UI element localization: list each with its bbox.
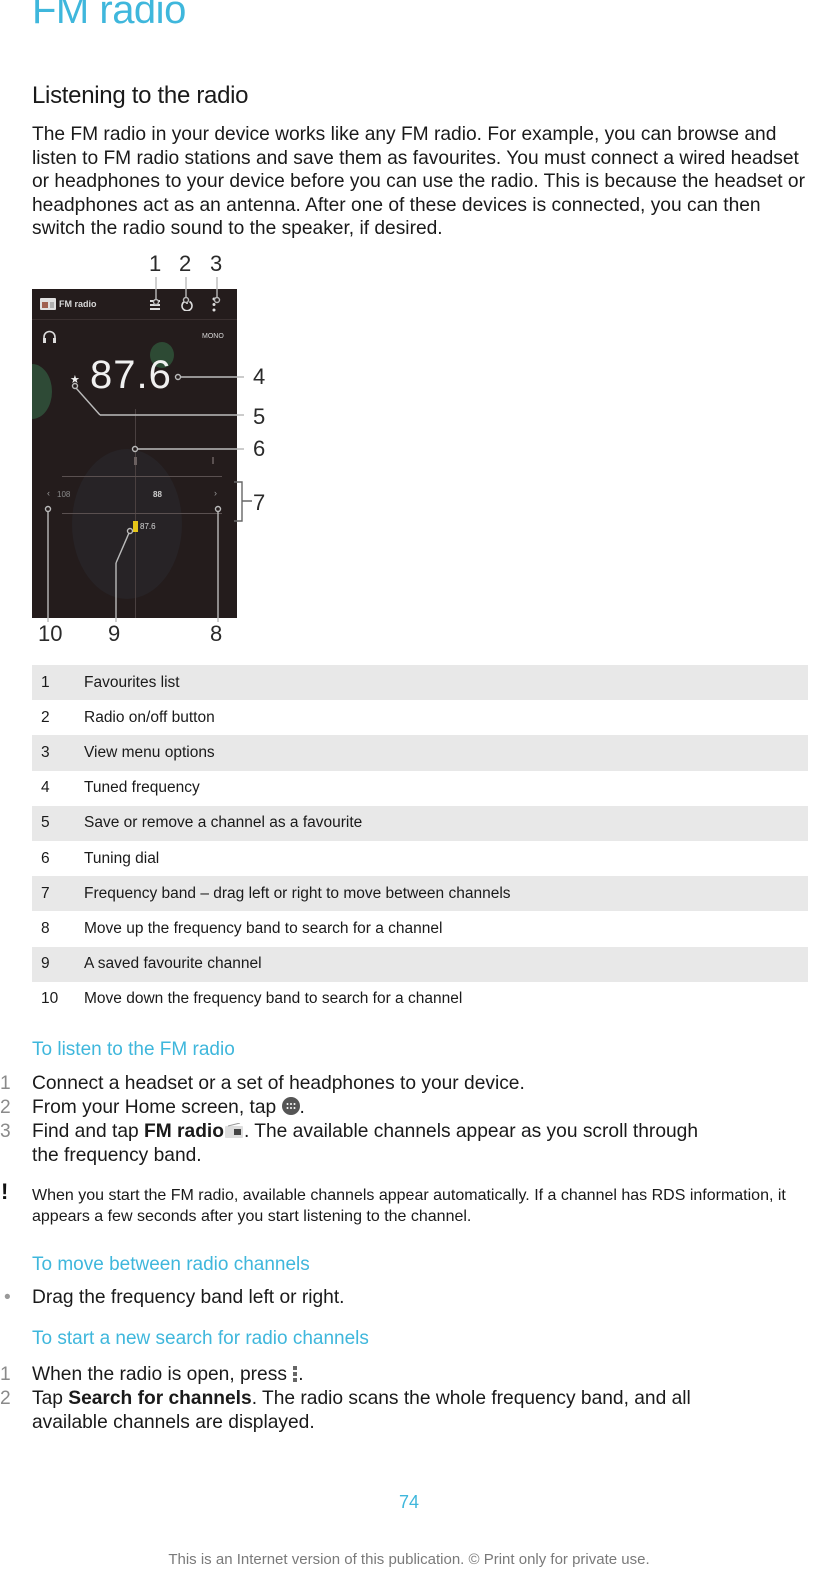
legend-number: 8 <box>41 919 50 937</box>
legend-row: 3 View menu options <box>32 735 808 771</box>
listen-step-3: 3 Find and tap FM radio. The available c… <box>0 1121 699 1166</box>
legend-description: Frequency band – drag left or right to m… <box>84 884 511 902</box>
fm-radio-app-name: FM radio <box>144 1121 224 1142</box>
move-bullet-item: • Drag the frequency band left or right. <box>4 1287 345 1308</box>
fm-radio-diagram: 1 2 3 4 5 6 7 8 9 10 FM radio MONO ★ 87.… <box>20 248 290 648</box>
legend-number: 6 <box>41 849 50 867</box>
legend-number: 3 <box>41 743 50 761</box>
search-step-2: 2 Tap Search for channels. The radio sca… <box>0 1388 691 1433</box>
legend-row: 2 Radio on/off button <box>32 700 808 735</box>
legend-description: Tuned frequency <box>84 779 200 797</box>
bullet-icon: • <box>4 1287 11 1308</box>
legend-description: View menu options <box>84 743 215 761</box>
legend-number: 9 <box>41 955 50 973</box>
intro-paragraph: The FM radio in your device works like a… <box>32 124 805 239</box>
legend-row: 8 Move up the frequency band to search fo… <box>32 911 808 946</box>
legend-description: Move down the frequency band to search f… <box>84 990 463 1008</box>
page-number: 74 <box>398 1492 420 1512</box>
page-title: FM radio <box>32 0 186 32</box>
legend-row: 9 A saved favourite channel <box>32 946 808 982</box>
legend-description: Save or remove a channel as a favourite <box>84 814 363 832</box>
legend-number: 4 <box>41 779 50 797</box>
legend-row: 1 Favourites list <box>32 665 808 701</box>
callout-lines <box>44 277 252 622</box>
warning-icon: ! <box>1 1179 9 1204</box>
section-title: Listening to the radio <box>32 82 249 109</box>
legend-number: 1 <box>41 673 50 691</box>
move-heading: To move between radio channels <box>32 1254 310 1275</box>
search-heading: To start a new search for radio channels <box>32 1328 369 1349</box>
legend-row: 7 Frequency band – drag left or right to … <box>32 876 808 912</box>
legend-number: 5 <box>41 814 50 832</box>
apps-icon <box>281 1097 300 1115</box>
listen-step-1: 1 Connect a headset or a set of headphon… <box>0 1073 525 1094</box>
legend-description: Tuning dial <box>84 849 160 867</box>
legend-description: Favourites list <box>84 673 180 691</box>
legend-row: 6 Tuning dial <box>32 841 808 876</box>
legend-row: 5 Save or remove a channel as a favourite <box>32 805 808 841</box>
legend-description: A saved favourite channel <box>84 955 262 973</box>
search-for-channels-label: Search for channels <box>68 1388 252 1409</box>
listen-step-2: 2 From your Home screen, tap . <box>0 1097 305 1118</box>
legend-number: 7 <box>41 884 50 902</box>
legend-number: 2 <box>41 708 50 726</box>
legend-row: 10 Move down the frequency band to search… <box>32 982 808 1017</box>
legend-description: Move up the frequency band to search for… <box>84 919 443 937</box>
search-step-1: 1 When the radio is open, press . <box>0 1364 304 1385</box>
footer-notice: This is an Internet version of this publ… <box>168 1551 650 1568</box>
legend-row: 4 Tuned frequency <box>32 771 808 806</box>
radio-icon <box>224 1123 243 1138</box>
legend-table: 1 Favourites list 2 Radio on/off button 3 Vie… <box>32 665 808 1017</box>
listen-heading: To listen to the FM radio <box>32 1039 235 1060</box>
note-text: When you start the FM radio, available c… <box>32 1187 786 1225</box>
legend-number: 10 <box>41 990 59 1008</box>
legend-description: Radio on/off button <box>84 708 215 726</box>
